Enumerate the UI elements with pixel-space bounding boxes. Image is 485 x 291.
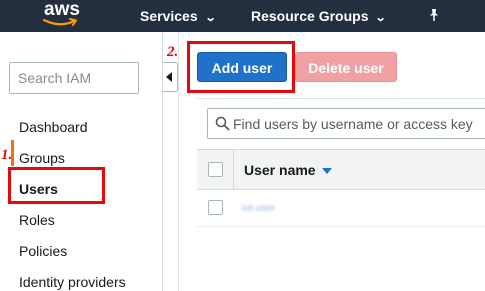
iam-sidebar: Dashboard Groups Users Roles Policies Id… xyxy=(0,32,163,291)
sidebar-item-identity-providers[interactable]: Identity providers xyxy=(19,274,126,290)
chevron-left-icon xyxy=(166,72,172,82)
top-navigation-bar: aws Services ⌄ Resource Groups ⌄ xyxy=(0,0,485,32)
search-iam-input[interactable] xyxy=(9,62,139,94)
annotation-highlight-users xyxy=(8,167,105,204)
resource-groups-menu[interactable]: Resource Groups ⌄ xyxy=(251,7,388,27)
chevron-down-icon: ⌄ xyxy=(204,12,217,24)
search-icon xyxy=(215,116,230,131)
resource-groups-label: Resource Groups xyxy=(251,8,369,24)
column-separator xyxy=(233,150,234,189)
find-users-input[interactable]: Find users by username or access key xyxy=(207,108,485,139)
services-menu[interactable]: Services ⌄ xyxy=(140,7,217,27)
user-name-link[interactable]: iot-user xyxy=(242,203,275,214)
aws-logo[interactable]: aws xyxy=(38,0,90,32)
annotation-number-1: 1. xyxy=(1,147,13,163)
sidebar-item-policies[interactable]: Policies xyxy=(19,243,67,259)
row-checkbox[interactable] xyxy=(208,200,223,215)
services-label: Services xyxy=(140,8,198,24)
column-header-user-name[interactable]: User name xyxy=(244,162,316,178)
aws-smile-icon xyxy=(42,18,77,26)
annotation-number-2: 2. xyxy=(167,44,179,60)
users-table-header: User name xyxy=(197,149,485,190)
toolbar-divider xyxy=(197,98,485,99)
sidebar-divider xyxy=(178,32,179,291)
sidebar-item-roles[interactable]: Roles xyxy=(19,212,55,228)
sidebar-item-groups[interactable]: Groups xyxy=(19,150,65,166)
select-all-checkbox[interactable] xyxy=(208,162,223,177)
delete-user-button[interactable]: Delete user xyxy=(295,52,397,82)
sidebar-item-dashboard[interactable]: Dashboard xyxy=(19,119,88,135)
annotation-highlight-add-user xyxy=(187,41,295,93)
chevron-down-icon: ⌄ xyxy=(375,12,388,24)
row-separator xyxy=(197,226,485,227)
collapse-sidebar-button[interactable] xyxy=(163,62,178,92)
sort-descending-icon[interactable] xyxy=(322,168,332,174)
find-users-placeholder: Find users by username or access key xyxy=(233,116,473,132)
pin-icon[interactable] xyxy=(428,8,440,25)
aws-logo-text: aws xyxy=(44,0,80,20)
